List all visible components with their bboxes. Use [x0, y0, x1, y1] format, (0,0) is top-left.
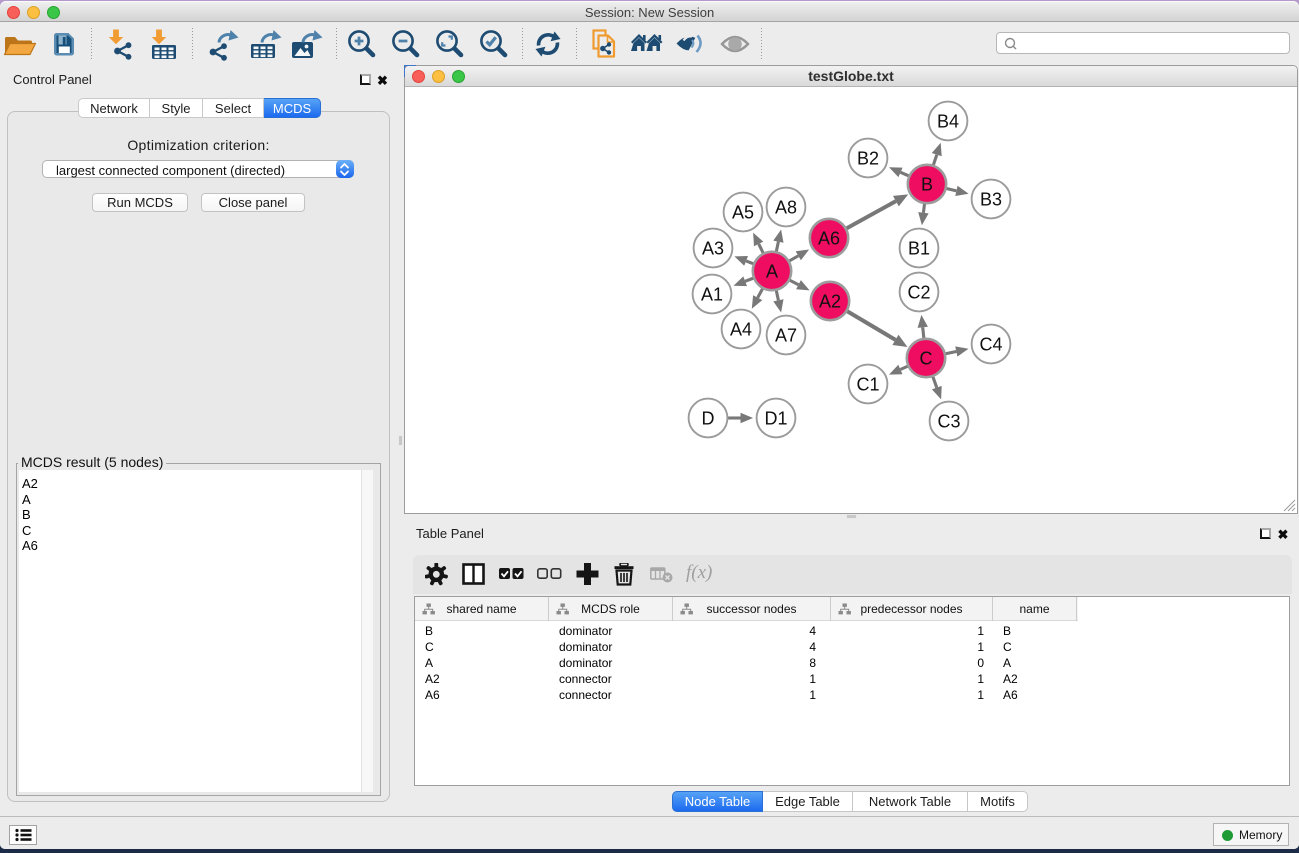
- svg-text:A4: A4: [730, 320, 752, 340]
- svg-text:B3: B3: [980, 190, 1002, 210]
- svg-text:B2: B2: [857, 149, 879, 169]
- svg-text:A1: A1: [701, 285, 723, 305]
- svg-text:B: B: [921, 175, 933, 195]
- svg-text:A7: A7: [775, 326, 797, 346]
- svg-text:D1: D1: [764, 409, 787, 429]
- svg-text:C2: C2: [907, 283, 930, 303]
- svg-text:C1: C1: [856, 375, 879, 395]
- svg-text:A3: A3: [702, 239, 724, 259]
- svg-text:A5: A5: [732, 203, 754, 223]
- svg-text:B1: B1: [908, 239, 930, 259]
- svg-text:B4: B4: [937, 112, 959, 132]
- svg-text:D: D: [702, 409, 715, 429]
- svg-text:A6: A6: [818, 229, 840, 249]
- svg-text:A: A: [766, 262, 778, 282]
- svg-text:C4: C4: [979, 335, 1002, 355]
- svg-text:C3: C3: [937, 412, 960, 432]
- svg-text:A2: A2: [819, 292, 841, 312]
- svg-text:A8: A8: [775, 198, 797, 218]
- svg-text:C: C: [920, 349, 933, 369]
